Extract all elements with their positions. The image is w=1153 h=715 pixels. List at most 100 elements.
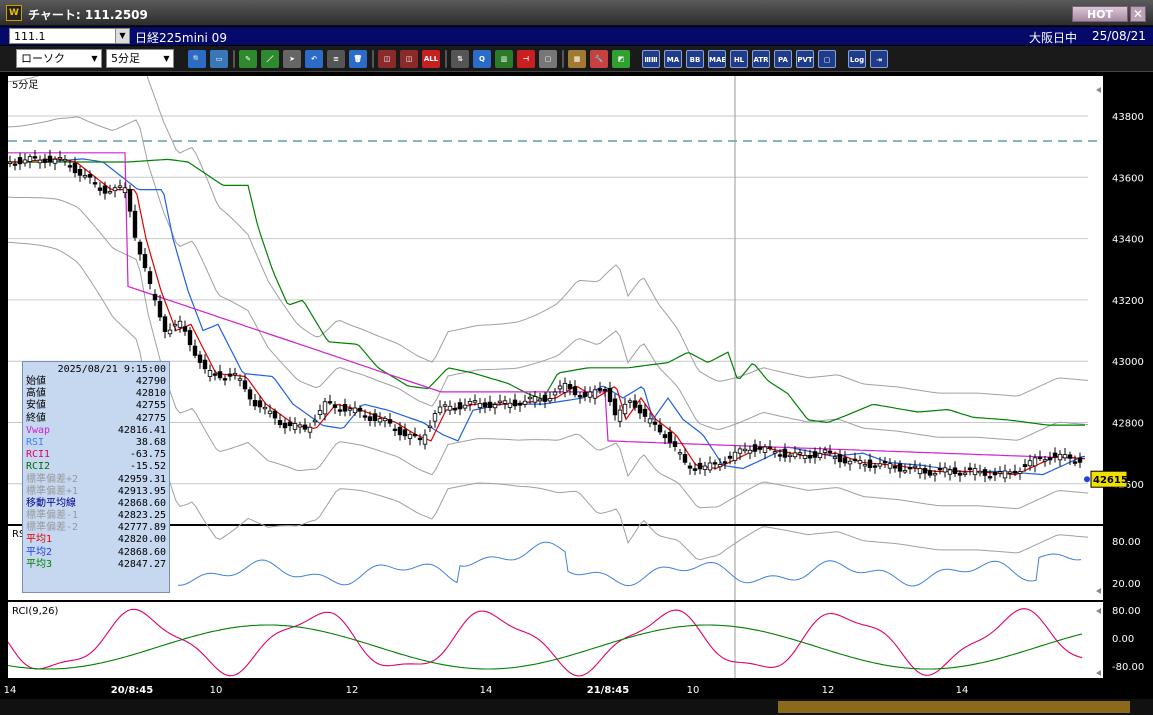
candle-body: [122, 187, 128, 194]
candle-body: [847, 460, 853, 465]
candle-body: [597, 388, 603, 391]
candle-body: [102, 185, 108, 194]
toolbar-separator: [445, 50, 447, 68]
indicator-button-1[interactable]: MA: [664, 50, 682, 68]
candle-body: [172, 323, 178, 327]
indicator-button-6[interactable]: PA: [774, 50, 792, 68]
cursor-icon[interactable]: ➤: [283, 50, 301, 68]
candle-body: [717, 464, 723, 468]
candle-body: [777, 454, 783, 457]
chart-type-value: ローソク: [21, 52, 65, 65]
candle-body: [517, 402, 523, 406]
window-icon[interactable]: ▭: [210, 50, 228, 68]
x-tick-label: 14: [956, 685, 969, 696]
palette-icon[interactable]: ◩: [612, 50, 630, 68]
candle-body: [47, 155, 53, 163]
indicator-button-10[interactable]: ⇥: [870, 50, 888, 68]
candle-body: [787, 454, 793, 458]
candle-body: [972, 468, 978, 476]
candle-body: [982, 469, 988, 476]
indicator-button-9[interactable]: Log: [848, 50, 866, 68]
legend-label: 平均3: [26, 558, 53, 570]
legend-row: Vwap 42816.41: [26, 425, 166, 437]
candle-body: [72, 162, 78, 174]
undo-icon[interactable]: ↶: [305, 50, 323, 68]
indicator-button-0[interactable]: ⅢⅢ: [642, 50, 660, 68]
code-combobox[interactable]: 111.1 ▼: [9, 28, 130, 44]
candle-body: [752, 444, 758, 452]
rci-label: RCI(9,26): [12, 606, 59, 617]
scrollbar-thumb[interactable]: [778, 701, 1130, 713]
chevron-down-icon[interactable]: ▼: [115, 29, 129, 43]
x-tick-label: 20/8:45: [111, 685, 153, 696]
indicator-button-5[interactable]: ATR: [752, 50, 770, 68]
candle-body: [477, 403, 483, 409]
legend-label: 平均1: [26, 534, 53, 546]
bar-chart-icon[interactable]: ▥: [495, 50, 513, 68]
candle-body: [807, 454, 813, 459]
y-tick-label: 42600: [1112, 480, 1144, 491]
candle-body: [192, 345, 198, 356]
wrench-icon[interactable]: 🔧: [590, 50, 608, 68]
legend-row: 高値 42810: [26, 388, 166, 400]
candle-body: [502, 400, 508, 404]
all-icon[interactable]: ALL: [422, 50, 440, 68]
indicator-button-3[interactable]: MAE: [708, 50, 726, 68]
hot-button[interactable]: HOT: [1072, 6, 1128, 22]
candle-body: [247, 389, 253, 400]
line-icon[interactable]: ／: [261, 50, 279, 68]
legend-rows: 始値 42790 高値 42810 安値 42755 終値 42775 Vwap 42816.41…: [26, 376, 166, 571]
chart-canvas[interactable]: 5分足RSIRCI(9,26): [8, 76, 1103, 678]
candle-body: [782, 449, 788, 458]
disabled-icon[interactable]: ▢: [539, 50, 557, 68]
candle-body: [237, 378, 243, 381]
indicator-button-7[interactable]: PVT: [796, 50, 814, 68]
legend-row: 移動平均線 42868.60: [26, 498, 166, 510]
candle-body: [107, 191, 113, 194]
horizontal-scrollbar[interactable]: [0, 699, 1153, 715]
interval-select[interactable]: 5分足 ▼: [106, 49, 174, 68]
interval-value: 5分足: [111, 52, 140, 65]
x-tick-label: 10: [687, 685, 700, 696]
candle-body: [12, 163, 18, 166]
pattern-icon[interactable]: ▦: [568, 50, 586, 68]
candle-body: [992, 472, 998, 476]
candle-body: [412, 433, 418, 437]
list-icon[interactable]: ≡: [327, 50, 345, 68]
candle-body: [117, 185, 123, 188]
chart-type-select[interactable]: ローソク ▼: [16, 49, 102, 68]
candle-body: [457, 402, 463, 410]
legend-value: 42755: [135, 400, 166, 412]
zoom-icon[interactable]: 🔍: [188, 50, 206, 68]
x-tick-label: 12: [346, 685, 359, 696]
chevron-down-icon[interactable]: ▼: [160, 50, 173, 67]
close-icon[interactable]: ✕: [1130, 6, 1146, 22]
indicator-button-4[interactable]: HL: [730, 50, 748, 68]
pen-icon[interactable]: ✎: [239, 50, 257, 68]
candle-body: [772, 451, 778, 454]
trash-icon[interactable]: 🗑: [349, 50, 367, 68]
candle-icon[interactable]: ◫: [378, 50, 396, 68]
candle-body: [587, 391, 593, 398]
legend-value: 42868.60: [117, 497, 166, 509]
up-down-icon[interactable]: ⇅: [451, 50, 469, 68]
chart-area[interactable]: 5分足 RSI RCI(9,26): [8, 76, 1103, 678]
candle-delete-icon[interactable]: ◫: [400, 50, 418, 68]
candle-body: [677, 452, 683, 455]
candle-body: [692, 468, 698, 471]
candle-body: [22, 159, 28, 164]
legend-value: 42868.60: [117, 546, 166, 558]
toolbar-separator: [562, 50, 564, 68]
candle-body: [77, 169, 83, 176]
indicator-button-2[interactable]: BB: [686, 50, 704, 68]
legend-label: RSI: [26, 436, 45, 448]
candle-body: [1057, 453, 1063, 461]
split-icon[interactable]: ⊣: [517, 50, 535, 68]
candle-body: [947, 469, 953, 475]
candle-body: [562, 383, 568, 393]
indicator-button-8[interactable]: ▢: [818, 50, 836, 68]
candle-body: [112, 187, 118, 192]
search-chart-icon[interactable]: Q: [473, 50, 491, 68]
candle-body: [592, 389, 598, 399]
chevron-down-icon[interactable]: ▼: [88, 50, 101, 67]
